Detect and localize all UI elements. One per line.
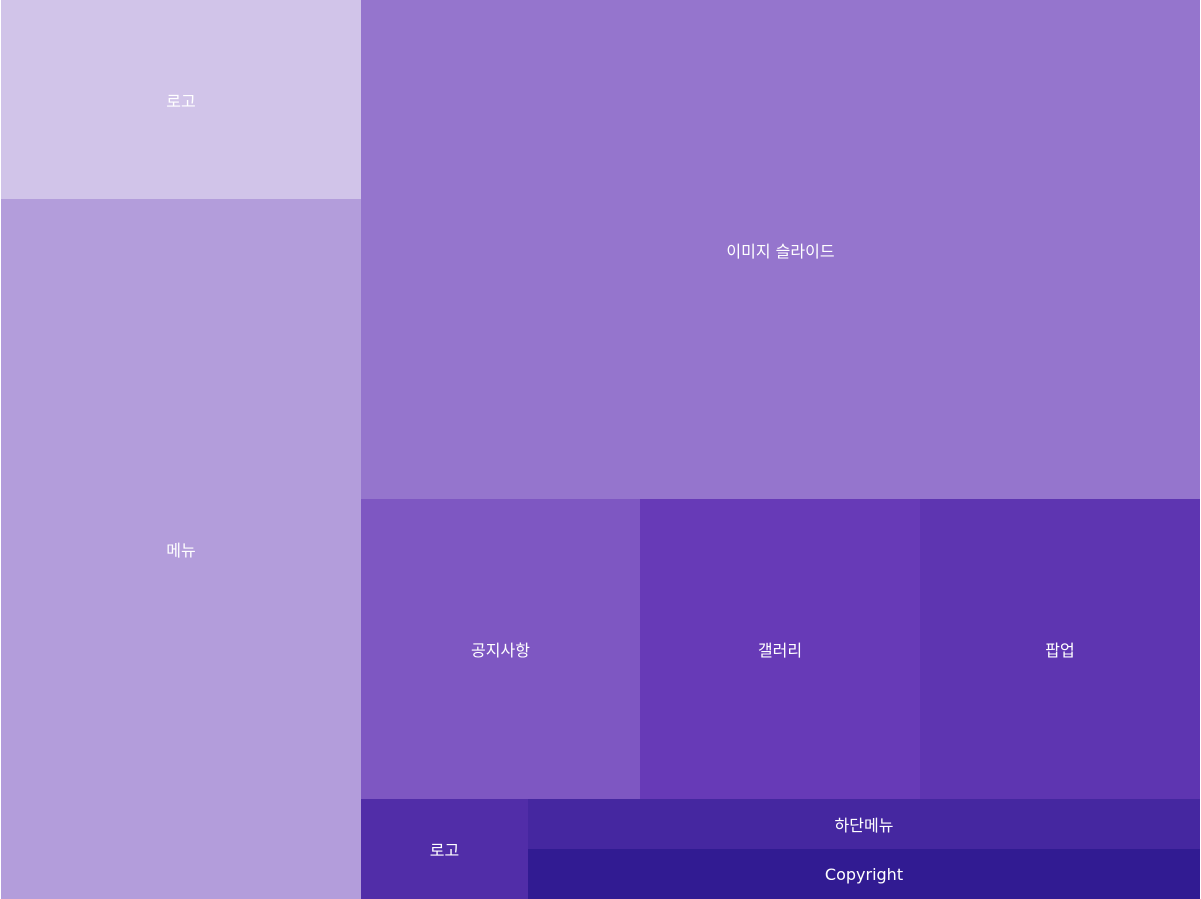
popup-block: 팝업 bbox=[920, 499, 1200, 799]
menu-label: 메뉴 bbox=[166, 541, 196, 560]
footer-menu-label: 하단메뉴 bbox=[834, 816, 894, 835]
layout-diagram: 로고 메뉴 이미지 슬라이드 공지사항 갤러리 팝업 로고 하단메뉴 Copyr… bbox=[0, 0, 1201, 899]
footer-logo-block: 로고 bbox=[361, 799, 528, 899]
menu-block: 메뉴 bbox=[1, 199, 361, 899]
gallery-block: 갤러리 bbox=[640, 499, 920, 799]
header-logo-label: 로고 bbox=[166, 91, 196, 111]
image-slide-block: 이미지 슬라이드 bbox=[361, 0, 1200, 499]
gallery-label: 갤러리 bbox=[757, 641, 803, 660]
popup-label: 팝업 bbox=[1045, 641, 1075, 660]
notice-block: 공지사항 bbox=[361, 499, 640, 799]
notice-label: 공지사항 bbox=[471, 641, 530, 660]
image-slide-label: 이미지 슬라이드 bbox=[726, 241, 835, 261]
copyright-block: Copyright bbox=[528, 849, 1200, 899]
copyright-label: Copyright bbox=[824, 864, 904, 884]
header-logo-block: 로고 bbox=[1, 0, 361, 199]
footer-logo-label: 로고 bbox=[429, 841, 460, 860]
footer-menu-block: 하단메뉴 bbox=[528, 799, 1200, 849]
